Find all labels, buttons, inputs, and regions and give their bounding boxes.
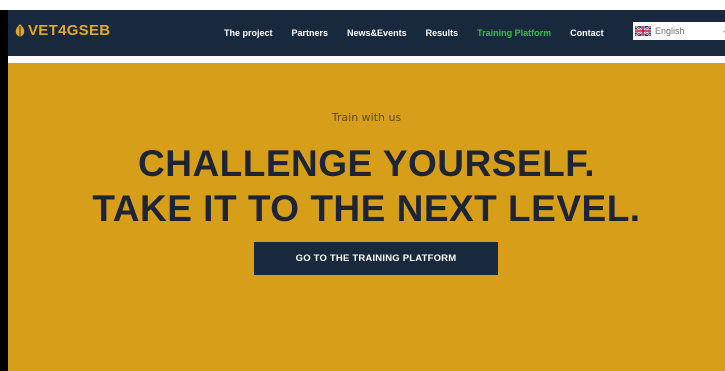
hero-headline-line-1: CHALLENGE YOURSELF. (138, 143, 595, 184)
chevron-down-icon: ⌄ (721, 25, 725, 36)
go-to-training-platform-button[interactable]: GO TO THE TRAINING PLATFORM (254, 242, 498, 275)
navbar-divider (8, 56, 725, 63)
browser-viewport: VET4GSEB The project Partners News&Event… (8, 10, 725, 371)
nav-item-the-project[interactable]: The project (224, 28, 273, 38)
nav-item-partners[interactable]: Partners (292, 28, 329, 38)
vet4gseb-leaf-logo-icon (14, 23, 26, 38)
nav-item-news-events[interactable]: News&Events (347, 28, 407, 38)
language-label: English (655, 26, 685, 36)
nav-item-contact[interactable]: Contact (570, 28, 604, 38)
nav-item-results[interactable]: Results (426, 28, 459, 38)
nav-item-training-platform[interactable]: Training Platform (477, 28, 551, 38)
site-logo[interactable]: VET4GSEB (14, 22, 110, 39)
cropped-page-header (0, 0, 725, 10)
main-menu: The project Partners News&Events Results… (224, 10, 623, 56)
language-selector[interactable]: English ⌄ (633, 22, 725, 40)
hero-headline-line-2: TAKE IT TO THE NEXT LEVEL. (92, 188, 641, 229)
uk-flag-icon (635, 26, 651, 36)
top-navbar: VET4GSEB The project Partners News&Event… (8, 10, 725, 56)
logo-text: VET4GSEB (28, 22, 111, 39)
hero-eyebrow: Train with us (331, 111, 402, 124)
screenshot-frame: VET4GSEB The project Partners News&Event… (0, 0, 725, 371)
